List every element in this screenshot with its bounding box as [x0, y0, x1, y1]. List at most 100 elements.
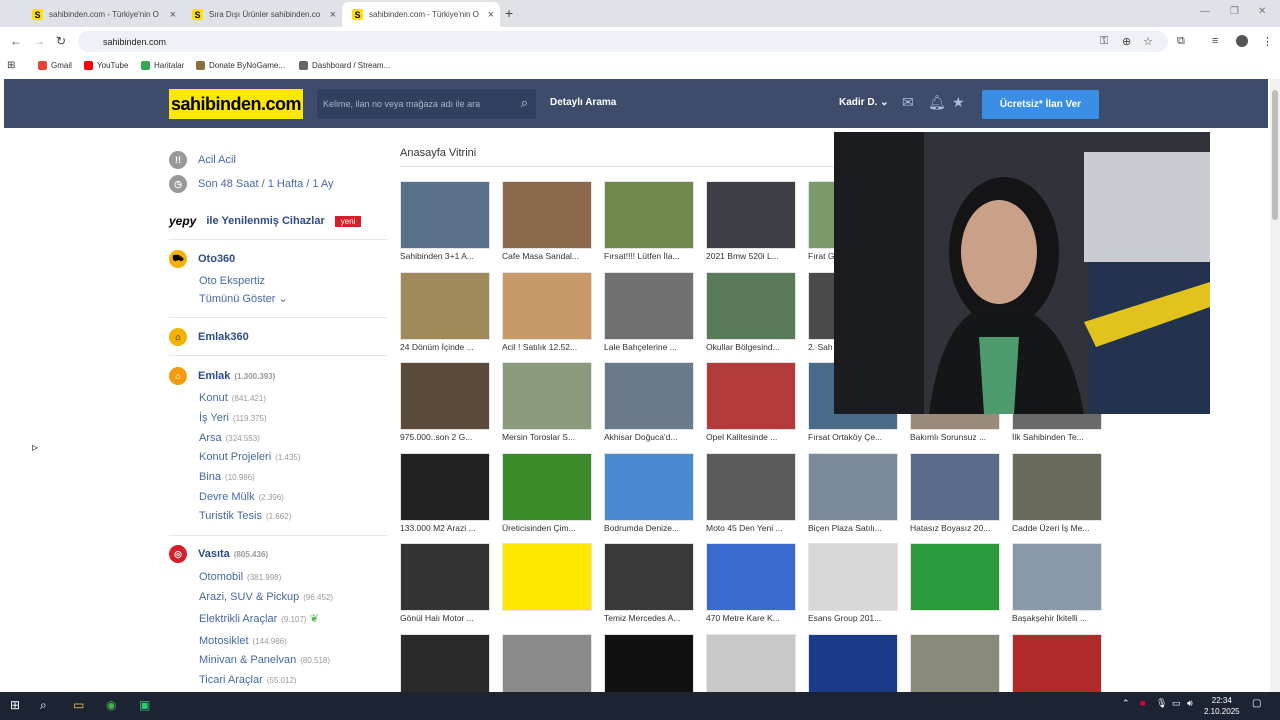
listing-card[interactable]: 975.000..son 2 G...: [400, 362, 490, 447]
listing-thumbnail[interactable]: [604, 633, 694, 692]
yepy-link[interactable]: yepy ile Yenilenmiş Cihazlar yeni: [169, 214, 362, 228]
zoom-icon[interactable]: ⊕: [1122, 35, 1131, 48]
listing-card[interactable]: Lale Bahçelerine ...: [604, 271, 694, 357]
listing-thumbnail[interactable]: [910, 543, 1000, 611]
listing-thumbnail[interactable]: [400, 543, 490, 611]
listing-card[interactable]: [808, 633, 898, 692]
listing-title[interactable]: 2021 Bmw 520i L...: [706, 251, 801, 261]
listing-card[interactable]: Esans Group 201...: [808, 543, 898, 628]
listing-title[interactable]: 470 Metre Kare K...: [706, 613, 801, 623]
listing-card[interactable]: Temiz Mercedes A...: [604, 543, 694, 628]
volume-icon[interactable]: 🔊︎: [1187, 698, 1193, 709]
listing-card[interactable]: Başakşehir İkitelli ...: [1012, 543, 1102, 628]
subcategory-bina[interactable]: Bina (10.986): [199, 471, 255, 483]
listing-card[interactable]: 24 Dönüm İçinde ...: [400, 271, 490, 357]
listing-card[interactable]: [910, 633, 1000, 692]
listing-card[interactable]: Akhisar Doğuca'd...: [604, 362, 694, 447]
listing-title[interactable]: Temiz Mercedes A...: [604, 613, 699, 623]
extensions-icon[interactable]: ⧉: [1177, 35, 1185, 48]
listing-title[interactable]: Moto 45 Den Yeni ...: [706, 523, 801, 533]
listing-card[interactable]: [1012, 633, 1102, 692]
listing-thumbnail[interactable]: [808, 452, 898, 521]
tab-2[interactable]: S Sıra Dışı Ürünler sahibinden.co ×: [182, 2, 342, 27]
subcategory-minivan[interactable]: Minivan & Panelvan (80.518): [199, 654, 330, 666]
acil-link[interactable]: !! Acil Acil: [169, 151, 236, 169]
subcategory-motosiklet[interactable]: Motosiklet (144.986): [199, 635, 287, 647]
listing-title[interactable]: Lale Bahçelerine ...: [604, 342, 699, 352]
listing-thumbnail[interactable]: [400, 181, 490, 249]
close-icon[interactable]: ×: [330, 9, 336, 21]
listing-title[interactable]: 24 Dönüm İçinde ...: [400, 342, 495, 352]
apps-icon[interactable]: ⊞: [7, 60, 15, 71]
oto-ekspertiz-link[interactable]: Oto Ekspertiz: [199, 275, 265, 287]
bookmark-dashboard[interactable]: Dashboard / Stream...: [299, 61, 390, 70]
listing-thumbnail[interactable]: [502, 362, 592, 430]
listing-card[interactable]: [502, 543, 592, 628]
listing-title[interactable]: Akhisar Doğuca'd...: [604, 432, 699, 442]
listing-title[interactable]: Fırsat!!!! Lütfen İla...: [604, 251, 699, 261]
listing-thumbnail[interactable]: [706, 633, 796, 692]
listing-card[interactable]: [502, 633, 592, 692]
subcategory-turistik-tesis[interactable]: Turistik Tesis (1.662): [199, 510, 291, 522]
tab-3[interactable]: Ssahibinden.com - Türkiye'nin O ×: [342, 2, 500, 27]
listing-thumbnail[interactable]: [706, 362, 796, 430]
listing-thumbnail[interactable]: [400, 452, 490, 521]
listing-thumbnail[interactable]: [706, 181, 796, 249]
listing-title[interactable]: Bodrumda Denize...: [604, 523, 699, 533]
listing-title[interactable]: Opel Kalitesinde ...: [706, 432, 801, 442]
mail-icon[interactable]: ✉: [902, 94, 914, 111]
listing-thumbnail[interactable]: [706, 543, 796, 611]
tray-chevron-icon[interactable]: ⌃: [1122, 698, 1130, 709]
listing-card[interactable]: Moto 45 Den Yeni ...: [706, 452, 796, 538]
listing-thumbnail[interactable]: [706, 271, 796, 340]
chrome-icon[interactable]: ◉: [106, 698, 116, 712]
emlak-category[interactable]: ⌂ Emlak (1.300.393): [169, 367, 275, 385]
listing-card[interactable]: [604, 633, 694, 692]
subcategory-konut[interactable]: Konut (841.421): [199, 392, 266, 404]
close-icon[interactable]: ×: [488, 9, 494, 21]
star-icon[interactable]: ☆: [1143, 35, 1153, 48]
forward-icon[interactable]: →: [33, 34, 45, 48]
listing-thumbnail[interactable]: [1012, 543, 1102, 611]
listing-thumbnail[interactable]: [604, 362, 694, 430]
detailed-search-link[interactable]: Detaylı Arama: [550, 97, 616, 108]
subcategory-devre-mulk[interactable]: Devre Mülk (2.396): [199, 491, 284, 503]
listing-thumbnail[interactable]: [604, 181, 694, 249]
recent-link[interactable]: ◷ Son 48 Saat / 1 Hafta / 1 Ay: [169, 175, 334, 193]
scrollbar-thumb[interactable]: [1272, 90, 1278, 220]
listing-thumbnail[interactable]: [604, 452, 694, 521]
listing-card[interactable]: Bodrumda Denize...: [604, 452, 694, 538]
listing-card[interactable]: Gönül Halı Motor ...: [400, 543, 490, 628]
bookmark-donate[interactable]: Donate ByNoGame...: [196, 61, 285, 70]
listing-card[interactable]: 2021 Bmw 520i L...: [706, 181, 796, 266]
listing-title[interactable]: Gönül Halı Motor ...: [400, 613, 495, 623]
back-icon[interactable]: ←: [10, 34, 22, 48]
app-icon[interactable]: ▣: [139, 698, 150, 712]
minimize-icon[interactable]: —: [1200, 6, 1210, 17]
subcategory-elektrikli[interactable]: Elektrikli Araçlar (9.107) ❦: [199, 612, 319, 625]
listing-title[interactable]: İlk Sahibinden Te...: [1012, 432, 1107, 442]
listing-title[interactable]: Esans Group 201...: [808, 613, 903, 623]
bookmark-youtube[interactable]: YouTube: [84, 61, 128, 70]
bell-icon[interactable]: 🔔︎: [928, 94, 946, 111]
listing-thumbnail[interactable]: [604, 543, 694, 611]
notification-icon[interactable]: ▢: [1252, 698, 1261, 709]
url-input[interactable]: sahibinden.com: [78, 31, 1168, 52]
profile-avatar[interactable]: [1236, 35, 1248, 47]
listing-title[interactable]: Fırsat Ortaköy Çe...: [808, 432, 903, 442]
site-logo[interactable]: sahibinden.com: [169, 89, 303, 119]
listing-card[interactable]: Hatasız Boyasız 20...: [910, 452, 1000, 538]
oto360-link[interactable]: ⛟ Oto360: [169, 250, 235, 268]
reload-icon[interactable]: ↻: [56, 34, 66, 48]
listing-thumbnail[interactable]: [502, 543, 592, 611]
listing-card[interactable]: Cadde Üzeri İş Me...: [1012, 452, 1102, 538]
listing-card[interactable]: Mersin Toroslar S...: [502, 362, 592, 447]
network-icon[interactable]: ▭: [1172, 698, 1181, 709]
close-window-icon[interactable]: ✕: [1258, 6, 1266, 17]
emlak360-link[interactable]: ⌂ Emlak360: [169, 328, 249, 346]
tab-1[interactable]: Ssahibinden.com - Türkiye'nin O ×: [22, 2, 182, 27]
listing-thumbnail[interactable]: [502, 181, 592, 249]
subcategory-otomobil[interactable]: Otomobil (381.998): [199, 571, 281, 583]
listing-card[interactable]: 133.000 M2 Arazi ...: [400, 452, 490, 538]
new-tab-icon[interactable]: +: [505, 5, 513, 21]
